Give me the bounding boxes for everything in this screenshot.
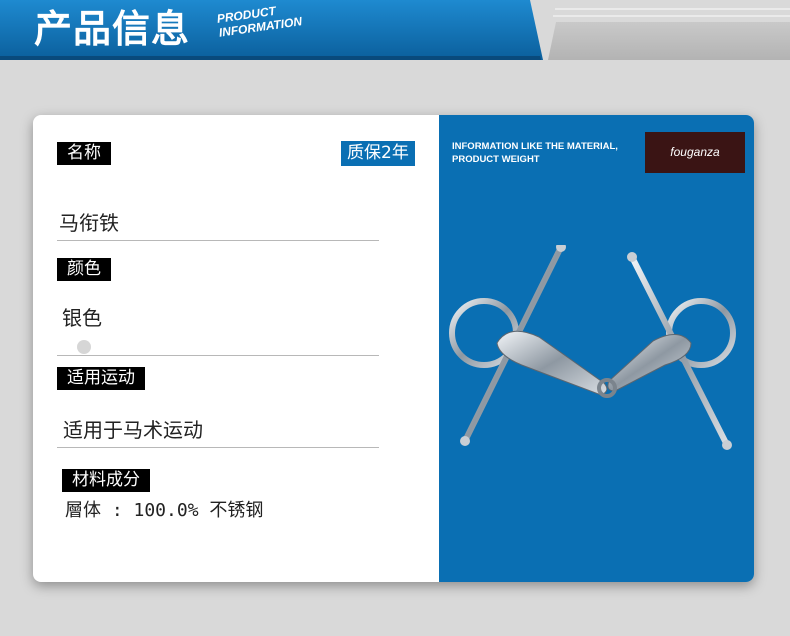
color-value: 银色	[62, 306, 102, 330]
usage-label: 适用运动	[57, 367, 145, 390]
divider	[57, 447, 379, 448]
header-stripe	[0, 56, 541, 60]
usage-value: 适用于马术运动	[63, 418, 203, 442]
warranty-badge: 质保2年	[341, 141, 415, 166]
header-gray-band	[548, 22, 790, 60]
page-header: 产品信息 PRODUCT INFORMATION	[0, 0, 790, 60]
horse-bit-image	[449, 245, 736, 450]
mouthpiece-left	[496, 330, 608, 396]
product-image-panel: INFORMATION LIKE THE MATERIAL, PRODUCT W…	[439, 115, 754, 582]
page-title: 产品信息	[34, 7, 191, 51]
right-bottom-knob	[722, 440, 732, 450]
product-info-card: 名称 质保2年 马衔铁 颜色 银色 适用运动 适用于马术运动 材料成分 層体 :…	[33, 115, 754, 582]
name-label: 名称	[57, 142, 111, 165]
divider	[57, 240, 379, 241]
divider	[57, 355, 379, 356]
right-top-knob	[627, 252, 637, 262]
color-label: 颜色	[57, 258, 111, 281]
brand-logo: fouganza	[645, 132, 745, 173]
header-decor-line	[553, 15, 790, 17]
header-decor-line	[555, 8, 790, 10]
left-bottom-knob	[460, 436, 470, 446]
material-value: 層体 : 100.0% 不锈钢	[65, 500, 264, 521]
material-label: 材料成分	[62, 469, 150, 492]
info-caption: INFORMATION LIKE THE MATERIAL, PRODUCT W…	[452, 141, 618, 165]
mouthpiece-right	[607, 334, 692, 392]
name-value: 马衔铁	[59, 211, 119, 235]
color-swatch	[77, 340, 91, 354]
